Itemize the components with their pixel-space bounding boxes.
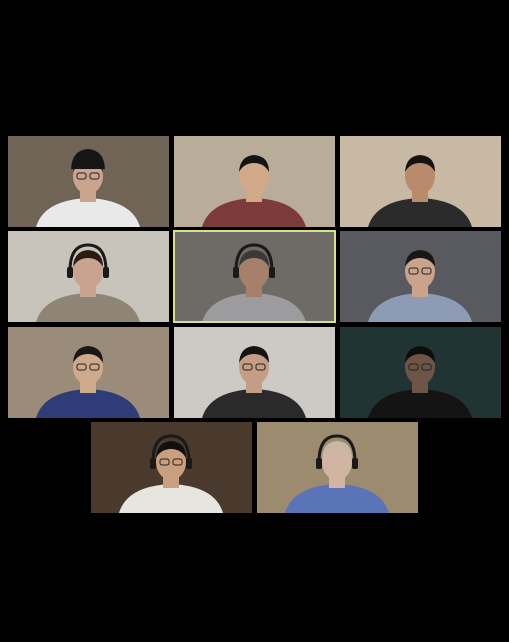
headphones-left-cup: [316, 458, 322, 469]
participant-video-tile[interactable]: [8, 231, 169, 322]
headphones-right-cup: [269, 267, 275, 278]
video-feed: [174, 327, 335, 418]
participant-video-tile[interactable]: [8, 136, 169, 227]
video-feed: [340, 327, 501, 418]
headphones-right-cup: [103, 267, 109, 278]
active-speaker-video-tile[interactable]: [173, 230, 336, 323]
video-feed: [8, 136, 169, 227]
participant-video-tile[interactable]: [8, 327, 169, 418]
headphones-left-cup: [233, 267, 239, 278]
headphones-left-cup: [67, 267, 73, 278]
video-feed: [8, 327, 169, 418]
participant-video-tile[interactable]: [174, 327, 335, 418]
participant-video-tile[interactable]: [340, 327, 501, 418]
participant-video-tile[interactable]: [174, 136, 335, 227]
video-feed: [340, 136, 501, 227]
zoom-gallery-view: [0, 0, 509, 642]
headphones-right-cup: [186, 458, 192, 469]
headphones-right-cup: [352, 458, 358, 469]
video-feed: [174, 136, 335, 227]
headphones-left-cup: [150, 458, 156, 469]
video-feed: [340, 231, 501, 322]
video-feed: [8, 231, 169, 322]
video-feed: [91, 422, 252, 513]
participant-video-tile[interactable]: [91, 422, 252, 513]
video-feed: [174, 231, 335, 322]
participant-video-tile[interactable]: [340, 231, 501, 322]
participant-video-tile[interactable]: [340, 136, 501, 227]
participant-video-tile[interactable]: [257, 422, 418, 513]
video-feed: [257, 422, 418, 513]
